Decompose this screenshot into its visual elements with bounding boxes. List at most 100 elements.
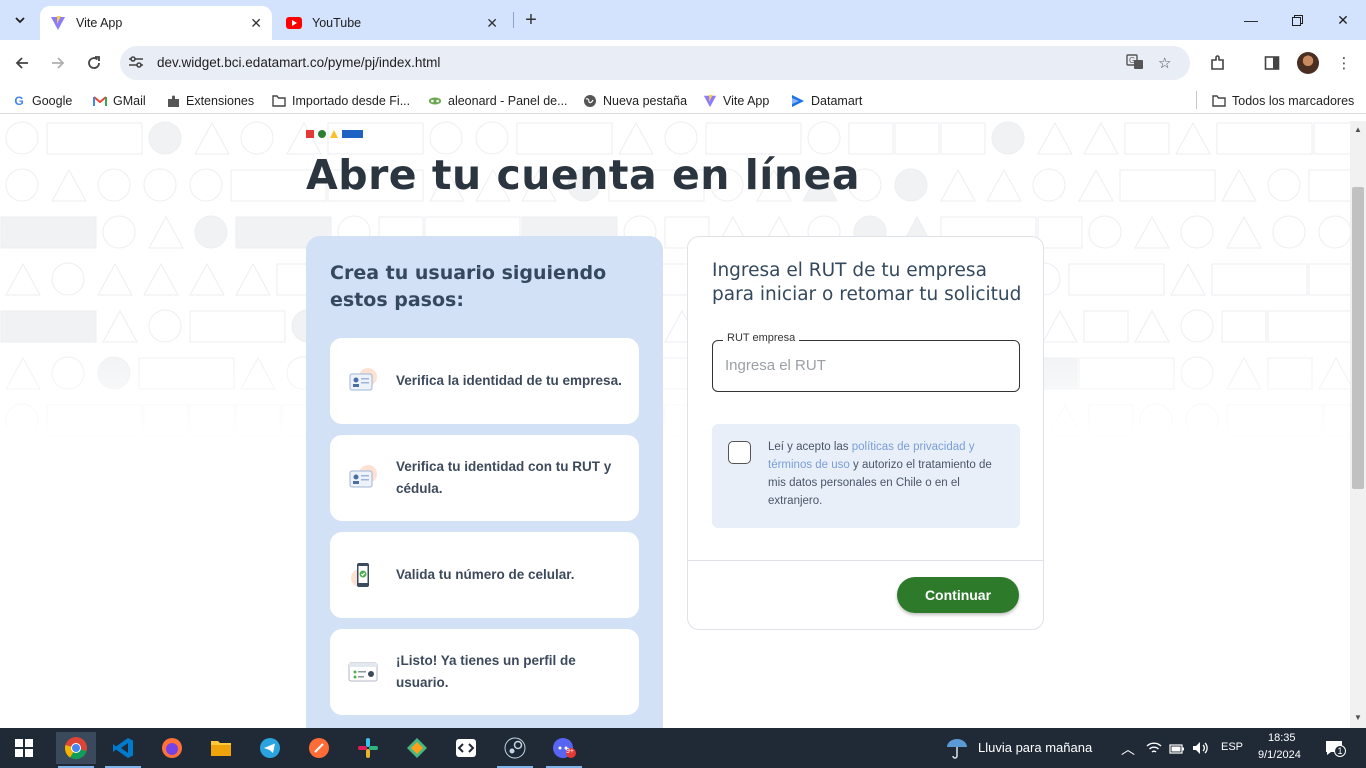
step-card: ¡Listo! Ya tienes un perfil de usuario.: [330, 629, 639, 715]
bookmark-datamart[interactable]: Datamart: [791, 92, 862, 110]
extensions-icon[interactable]: [1206, 51, 1230, 75]
phone-check-icon: [351, 563, 369, 587]
discord-badge: 9+: [566, 748, 574, 755]
scroll-thumb[interactable]: [1352, 187, 1364, 489]
forward-button[interactable]: [45, 50, 71, 76]
new-tab-button[interactable]: +: [520, 8, 542, 32]
rut-form-card: Ingresa el RUT de tu empresa para inicia…: [687, 236, 1044, 630]
steps-title: Crea tu usuario siguiendo estos pasos:: [330, 262, 607, 311]
gitkraken-app-icon[interactable]: [397, 732, 437, 764]
scroll-down-icon[interactable]: ▼: [1354, 713, 1362, 722]
page-viewport: Abre tu cuenta en línea Crea tu usuario …: [0, 121, 1350, 728]
chrome-app-icon[interactable]: [56, 732, 96, 768]
puzzle-icon: [166, 94, 180, 108]
page-scrollbar[interactable]: ▲ ▼: [1350, 121, 1366, 728]
brand-logo: [306, 130, 363, 138]
weather-text[interactable]: Lluvia para mañana: [978, 740, 1092, 755]
steps-panel: Crea tu usuario siguiendo estos pasos: V…: [306, 236, 663, 728]
clock-date[interactable]: 9/1/2024: [1258, 749, 1301, 761]
windows-taskbar: 9+ Lluvia para mañana ︿ ESP 18:35 9/1/20…: [0, 728, 1366, 768]
all-bookmarks-folder[interactable]: Todos los marcadores: [1212, 92, 1354, 110]
start-button[interactable]: [4, 732, 44, 764]
tab-title: YouTube: [312, 16, 362, 30]
consent-box: Leí y acepto las políticas de privacidad…: [712, 424, 1020, 528]
consent-text: Leí y acepto las políticas de privacidad…: [768, 441, 992, 507]
step-text: ¡Listo! Ya tienes un perfil de usuario.: [396, 653, 576, 690]
step-card: Verifica tu identidad con tu RUT y cédul…: [330, 435, 639, 521]
close-tab-icon[interactable]: ✕: [486, 15, 498, 32]
divider: [688, 560, 1043, 561]
gmail-icon: [93, 94, 107, 108]
firefox-app-icon[interactable]: [152, 732, 192, 764]
profile-card-icon: [348, 662, 378, 682]
bookmark-vite-app[interactable]: Vite App: [703, 92, 769, 110]
notifications-icon[interactable]: 1: [1325, 740, 1346, 761]
google-icon: G: [14, 94, 24, 108]
slack-app-icon[interactable]: [348, 732, 388, 764]
consent-checkbox[interactable]: [728, 441, 751, 464]
bookmark-gmail[interactable]: GMail: [93, 92, 146, 110]
wifi-icon[interactable]: [1146, 741, 1162, 760]
tab-search-icon[interactable]: [6, 8, 34, 32]
back-button[interactable]: [9, 50, 35, 76]
form-title: Ingresa el RUT de tu empresa para inicia…: [712, 260, 1022, 305]
site-settings-icon[interactable]: [128, 55, 144, 72]
weather-icon[interactable]: [945, 737, 969, 764]
translate-icon[interactable]: G: [1126, 54, 1144, 74]
tab-title: Vite App: [76, 16, 123, 30]
step-card: Valida tu número de celular.: [330, 532, 639, 618]
step-card: Verifica la identidad de tu empresa.: [330, 338, 639, 424]
clock-time[interactable]: 18:35: [1268, 732, 1296, 744]
leaf-icon: [428, 94, 442, 108]
folder-icon: [272, 94, 286, 108]
globe-icon: [583, 94, 597, 108]
show-hidden-icons-icon[interactable]: ︿: [1121, 739, 1135, 759]
tab-vite-app[interactable]: Vite App ✕: [40, 6, 272, 40]
bookmark-imported-folder[interactable]: Importado desde Fi...: [272, 92, 410, 110]
folder-icon: [1212, 94, 1226, 108]
bookmark-star-icon[interactable]: ☆: [1158, 54, 1171, 72]
rut-field[interactable]: RUT empresa: [712, 332, 1020, 392]
address-bar[interactable]: dev.widget.bci.edatamart.co/pyme/pj/inde…: [120, 46, 1190, 80]
minimize-button[interactable]: —: [1228, 0, 1274, 40]
scroll-up-icon[interactable]: ▲: [1354, 125, 1362, 134]
bookmark-google[interactable]: G Google: [12, 92, 72, 110]
battery-icon[interactable]: [1169, 742, 1185, 760]
youtube-icon: [286, 15, 302, 31]
url-text: dev.widget.bci.edatamart.co/pyme/pj/inde…: [157, 55, 441, 70]
bookmark-extensions[interactable]: Extensiones: [166, 92, 254, 110]
notifications-count: 1: [1334, 745, 1346, 757]
steam-app-icon[interactable]: [495, 732, 535, 768]
close-tab-icon[interactable]: ✕: [250, 15, 262, 32]
datamart-icon: [791, 94, 805, 108]
tab-separator: [513, 12, 514, 28]
continue-button[interactable]: Continuar: [897, 577, 1019, 613]
code-editor-app-icon[interactable]: [446, 732, 486, 764]
tab-youtube[interactable]: YouTube ✕: [276, 6, 508, 40]
rut-label: RUT empresa: [723, 332, 800, 344]
language-indicator[interactable]: ESP: [1221, 741, 1243, 753]
step-text: Valida tu número de celular.: [396, 567, 575, 582]
step-text: Verifica la identidad de tu empresa.: [396, 373, 622, 388]
restore-button[interactable]: [1274, 0, 1320, 40]
browser-toolbar: dev.widget.bci.edatamart.co/pyme/pj/inde…: [0, 40, 1366, 86]
postman-app-icon[interactable]: [299, 732, 339, 764]
menu-icon[interactable]: ⋮: [1332, 51, 1356, 75]
side-panel-icon[interactable]: [1260, 51, 1284, 75]
id-card-icon: [349, 465, 377, 488]
bookmark-aleonard[interactable]: aleonard - Panel de...: [428, 92, 568, 110]
rut-input[interactable]: [725, 353, 1005, 377]
telegram-app-icon[interactable]: [250, 732, 290, 764]
vscode-app-icon[interactable]: [103, 732, 143, 768]
file-explorer-icon[interactable]: [201, 732, 241, 764]
page-title: Abre tu cuenta en línea: [306, 151, 861, 199]
bookmarks-separator: [1196, 91, 1197, 109]
bookmark-new-tab[interactable]: Nueva pestaña: [583, 92, 687, 110]
close-window-button[interactable]: ✕: [1320, 0, 1366, 40]
volume-icon[interactable]: [1192, 741, 1210, 760]
reload-button[interactable]: [81, 50, 107, 76]
discord-app-icon[interactable]: 9+: [544, 732, 584, 768]
vite-icon: [703, 94, 717, 108]
profile-avatar[interactable]: [1297, 52, 1319, 74]
bookmarks-bar: G Google GMail Extensiones Importado des…: [0, 86, 1366, 114]
